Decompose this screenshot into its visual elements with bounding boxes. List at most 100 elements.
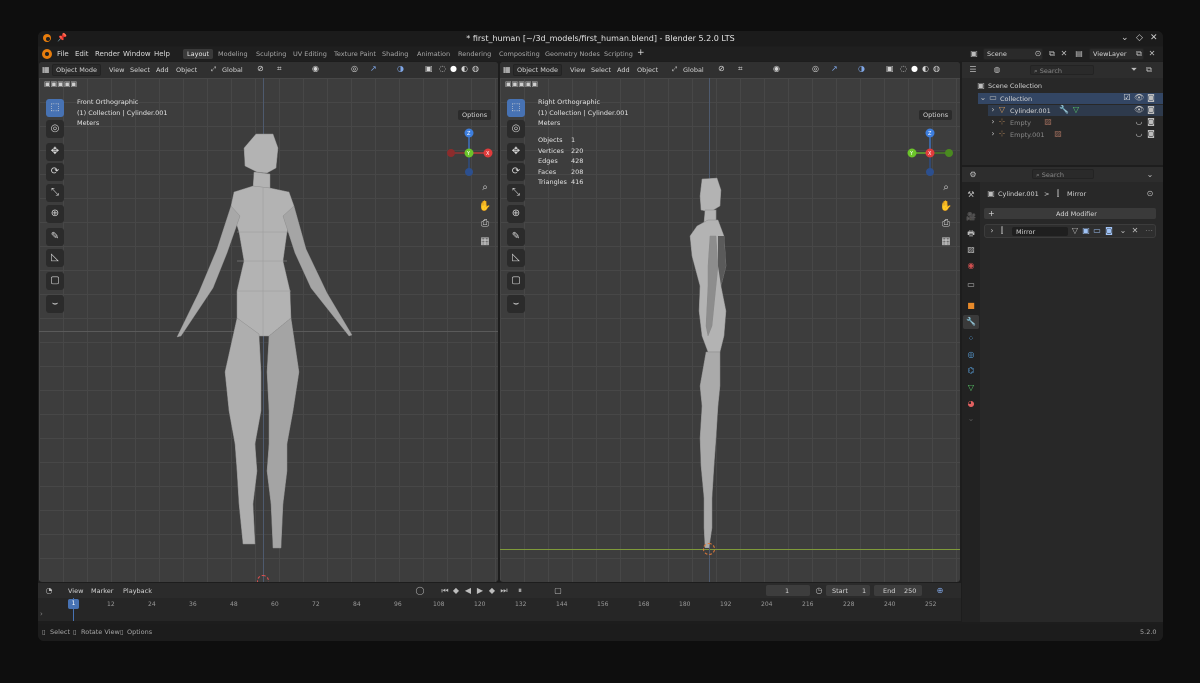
particles-tab-icon[interactable]: ⁘ — [966, 334, 976, 344]
visibility-icon[interactable]: ◎ — [351, 64, 358, 73]
new-collection-icon[interactable]: ⧉ — [1144, 65, 1154, 75]
eye-hidden-icon[interactable]: ◡ — [1134, 129, 1144, 139]
timeline-scrubber[interactable]: 1 12 24 36 48 60 72 84 96 108 120 132 14… — [38, 598, 961, 621]
pin-scene-icon[interactable]: ⊙ — [1033, 49, 1043, 59]
outliner-row-empty[interactable]: › ⊹ Empty ▨ ◡ ◙ — [988, 117, 1163, 128]
solid-shading-icon[interactable]: ● — [911, 64, 918, 73]
3d-cursor-icon[interactable] — [703, 543, 715, 555]
orientation-selector[interactable]: Global — [683, 66, 704, 74]
rendered-shading-icon[interactable]: ◍ — [933, 64, 940, 73]
navigation-gizmo[interactable]: Z Y X — [443, 126, 495, 178]
world-tab-icon[interactable]: ▭ — [966, 280, 976, 290]
blender-menu-icon[interactable] — [42, 49, 52, 59]
proportional-edit-icon[interactable]: ◉ — [773, 64, 780, 73]
filter-icon[interactable]: ⏷ — [1129, 65, 1139, 75]
edit-mode-cage-icon[interactable]: ▽ — [1070, 226, 1080, 236]
camera-view-icon[interactable]: ⎙ — [939, 217, 953, 231]
menu-select[interactable]: Select — [130, 66, 150, 74]
outliner-search-input[interactable]: ⌕ Search — [1030, 65, 1094, 75]
move-tool[interactable]: ✥ — [46, 143, 64, 161]
rotate-tool[interactable]: ⟳ — [46, 163, 64, 181]
collapse-chevron-icon[interactable]: ⌄ — [978, 93, 988, 103]
camera-icon[interactable]: ◙ — [1146, 117, 1156, 127]
navigation-gizmo[interactable]: Z Y X — [904, 126, 956, 178]
eye-hidden-icon[interactable]: ◡ — [1134, 117, 1144, 127]
tab-uv-editing[interactable]: UV Editing — [289, 49, 331, 59]
scene-icon[interactable]: ▣ — [969, 49, 979, 59]
orientation-icon[interactable]: ⤢ — [672, 65, 677, 74]
minimize-button[interactable]: ⌄ — [1121, 33, 1129, 43]
pan-hand-icon[interactable]: ✋ — [939, 200, 953, 214]
new-scene-icon[interactable]: ⧉ — [1047, 49, 1057, 59]
measure-tool[interactable]: ◺ — [46, 249, 64, 267]
tab-texture-paint[interactable]: Texture Paint — [330, 49, 380, 59]
prev-keyframe-icon[interactable]: ◆ — [451, 586, 461, 596]
tab-animation[interactable]: Animation — [413, 49, 454, 59]
pivot-icon[interactable]: ⊘ — [718, 64, 725, 73]
snap-icon[interactable]: ⌗ — [277, 64, 282, 74]
menu-add[interactable]: Add — [617, 66, 630, 74]
cursor-tool[interactable]: ◎ — [507, 120, 525, 138]
realtime-icon[interactable]: ▭ — [1092, 226, 1102, 236]
select-box-tool[interactable]: ⬚ — [46, 99, 64, 117]
expand-chevron-icon[interactable]: › — [987, 226, 997, 236]
proportional-edit-icon[interactable]: ◉ — [312, 64, 319, 73]
edit-mode-icon[interactable]: ▣ — [1081, 226, 1091, 236]
rotate-tool[interactable]: ⟳ — [507, 163, 525, 181]
camera-view-icon[interactable]: ⎙ — [478, 217, 492, 231]
eye-icon[interactable]: 👁 — [1134, 93, 1144, 103]
tab-scripting[interactable]: Scripting — [600, 49, 637, 59]
jump-start-icon[interactable]: ⏮ — [440, 586, 450, 596]
jump-end-icon[interactable]: ⏭ — [499, 586, 509, 596]
record-icon[interactable]: ◯ — [415, 586, 425, 596]
outliner-row-cylinder[interactable]: › ▽ Cylinder.001 🔧 ▽ 👁 ◙ — [988, 105, 1163, 116]
wireframe-shading-icon[interactable]: ◌ — [439, 64, 446, 73]
editor-type-icon[interactable]: ☰ — [968, 65, 978, 75]
start-frame-field[interactable]: Start 1 — [826, 585, 870, 596]
options-button[interactable]: Options — [919, 110, 953, 120]
current-frame-field[interactable]: 1 — [766, 585, 810, 596]
tab-geometry-nodes[interactable]: Geometry Nodes — [541, 49, 604, 59]
camera-icon[interactable]: ◙ — [1146, 129, 1156, 139]
xray-icon[interactable]: ▣ — [886, 64, 894, 73]
tool-tab-icon[interactable]: ⚒ — [966, 190, 976, 200]
object-tab-icon[interactable]: ■ — [966, 301, 976, 311]
snapping-icon[interactable]: ⊕ — [935, 586, 945, 596]
menu-window[interactable]: Window — [123, 50, 151, 58]
gizmo-toggle-icon[interactable]: ↗ — [831, 64, 838, 73]
rendered-shading-icon[interactable]: ◍ — [472, 64, 479, 73]
wireframe-shading-icon[interactable]: ◌ — [900, 64, 907, 73]
zoom-icon[interactable]: ⌕ — [478, 181, 492, 195]
material-shading-icon[interactable]: ◐ — [461, 64, 468, 73]
add-shape-tool[interactable]: ⌣ — [507, 295, 525, 313]
delete-scene-icon[interactable]: ✕ — [1059, 49, 1069, 59]
material-shading-icon[interactable]: ◐ — [922, 64, 929, 73]
play-icon[interactable]: ▶ — [475, 586, 485, 596]
tab-sculpting[interactable]: Sculpting — [252, 49, 290, 59]
annotate-tool[interactable]: ✎ — [46, 228, 64, 246]
delete-view-layer-icon[interactable]: ✕ — [1147, 49, 1157, 59]
auto-key-icon[interactable]: ▢ — [553, 586, 563, 596]
snap-icon[interactable]: ⌗ — [738, 64, 743, 74]
annotate-tool[interactable]: ✎ — [507, 228, 525, 246]
add-cube-tool[interactable]: ▢ — [507, 272, 525, 290]
display-mode-icon[interactable]: ◍ — [992, 65, 1002, 75]
outliner-row-empty-001[interactable]: › ⊹ Empty.001 ▨ ◡ ◙ — [988, 129, 1163, 140]
menu-add[interactable]: Add — [156, 66, 169, 74]
material-tab-icon[interactable]: ◕ — [966, 399, 976, 409]
menu-marker[interactable]: Marker — [91, 587, 113, 595]
cursor-tool[interactable]: ◎ — [46, 120, 64, 138]
gizmo-neg-y-axis[interactable] — [945, 149, 953, 157]
transform-tool[interactable]: ⊕ — [507, 205, 525, 223]
checkbox-icon[interactable]: ☑ — [1122, 93, 1132, 103]
pivot-icon[interactable]: ⊘ — [257, 64, 264, 73]
mesh-data-icon[interactable]: ▽ — [1071, 105, 1081, 115]
overlay-toggle-icon[interactable]: ◑ — [397, 64, 404, 73]
options-button[interactable]: Options — [458, 110, 492, 120]
drag-handle-icon[interactable]: ⋯ — [1144, 226, 1154, 236]
viewport-front[interactable]: ▦ Object Mode View Select Add Object ⤢ G… — [39, 62, 498, 582]
menu-object[interactable]: Object — [176, 66, 197, 74]
solid-shading-icon[interactable]: ● — [450, 64, 457, 73]
measure-tool[interactable]: ◺ — [507, 249, 525, 267]
gizmo-neg-z-axis[interactable] — [465, 168, 473, 176]
